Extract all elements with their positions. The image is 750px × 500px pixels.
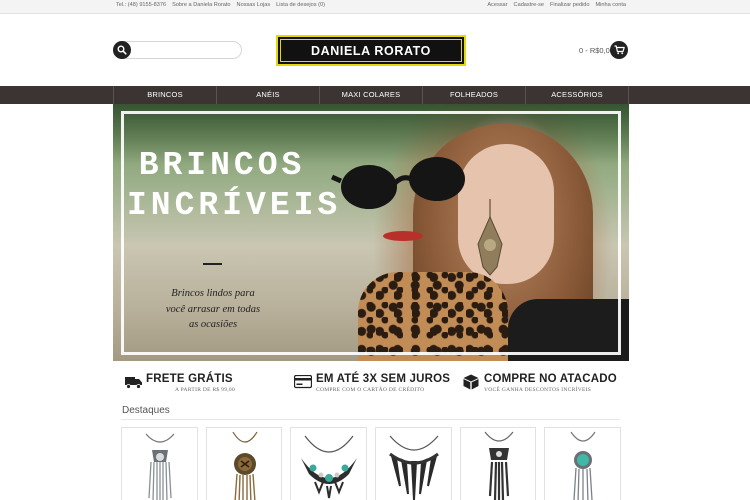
main-nav: BRINCOS ANÉIS MAXI COLARES FOLHEADOS ACE… xyxy=(0,86,750,104)
product-card[interactable] xyxy=(290,427,368,500)
banner-headline: BRINCOS INCRÍVEIS xyxy=(127,147,342,228)
feature-title: EM ATÉ 3X SEM JUROS xyxy=(316,373,451,385)
truck-icon xyxy=(125,377,142,389)
nav-item-maxi-colares[interactable]: MAXI COLARES xyxy=(320,86,423,104)
top-left-links: Tel.: (48) 9155-8376 Sobre a Daniela Ror… xyxy=(116,2,325,8)
turquoise-pendant-necklace-image xyxy=(570,431,596,500)
hero-banner[interactable]: BRINCOS INCRÍVEIS Brincos lindos para vo… xyxy=(113,104,629,361)
top-utility-bar: Tel.: (48) 9155-8376 Sobre a Daniela Ror… xyxy=(0,0,750,14)
bronze-medallion-necklace-image xyxy=(232,431,258,500)
phone-link[interactable]: Tel.: (48) 9155-8376 xyxy=(116,2,166,8)
product-card[interactable] xyxy=(205,427,283,500)
wishlist-link[interactable]: Lista de desejos (0) xyxy=(276,2,325,8)
product-card[interactable] xyxy=(544,427,622,500)
site-logo[interactable]: DANIELA RORATO xyxy=(276,35,466,66)
main-nav-list: BRINCOS ANÉIS MAXI COLARES FOLHEADOS ACE… xyxy=(113,86,629,104)
credit-card-icon xyxy=(294,375,312,389)
logo-inner-frame: DANIELA RORATO xyxy=(280,39,462,62)
my-account-link[interactable]: Minha conta xyxy=(596,2,626,8)
stores-link[interactable]: Nossas Lojas xyxy=(237,2,271,8)
shopping-cart-icon xyxy=(614,45,625,55)
product-card[interactable] xyxy=(375,427,452,500)
feature-installments: EM ATÉ 3X SEM JUROS COMPRE COM O CARTÃO … xyxy=(294,372,464,400)
feature-title: FRETE GRÁTIS xyxy=(146,373,233,385)
silver-fringe-necklace-image xyxy=(145,433,175,500)
search-button[interactable] xyxy=(113,41,131,59)
search-bar xyxy=(113,41,242,59)
feature-subtitle: VOCÊ GANHA DESCONTOS INCRÍVEIS xyxy=(484,387,592,393)
product-card[interactable] xyxy=(121,427,198,500)
cart-button[interactable] xyxy=(610,41,628,59)
feature-title: COMPRE NO ATACADO xyxy=(484,373,617,385)
nav-item-acessorios[interactable]: ACESSÓRIOS xyxy=(526,86,629,104)
nav-item-aneis[interactable]: ANÉIS xyxy=(217,86,320,104)
nav-item-folheados[interactable]: FOLHEADOS xyxy=(423,86,526,104)
product-card[interactable] xyxy=(459,427,537,500)
banner-headline-line2: INCRÍVEIS xyxy=(127,187,342,224)
register-link[interactable]: Cadastre-se xyxy=(514,2,544,8)
product-grid xyxy=(121,427,622,500)
feature-subtitle: COMPRE COM O CARTÃO DE CRÉDITO xyxy=(316,387,425,393)
box-icon xyxy=(463,374,479,390)
section-title: Destaques xyxy=(122,405,170,416)
about-link[interactable]: Sobre a Daniela Rorato xyxy=(172,2,230,8)
section-divider xyxy=(121,419,620,420)
banner-headline-line1: BRINCOS xyxy=(138,147,306,184)
feature-free-shipping: FRETE GRÁTIS A PARTIR DE R$ 99,00 xyxy=(125,372,285,400)
turquoise-bib-necklace-image xyxy=(301,435,358,499)
feature-wholesale: COMPRE NO ATACADO VOCÊ GANHA DESCONTOS I… xyxy=(463,372,623,400)
nav-item-brincos[interactable]: BRINCOS xyxy=(114,86,217,104)
feature-subtitle: A PARTIR DE R$ 99,00 xyxy=(175,387,236,393)
search-icon xyxy=(117,45,127,55)
logo-text: DANIELA RORATO xyxy=(311,43,431,58)
cart-total[interactable]: 0 - R$0,00 xyxy=(579,46,614,55)
black-tassel-necklace-image xyxy=(484,431,514,500)
banner-divider xyxy=(203,263,222,265)
checkout-link[interactable]: Finalizar pedido xyxy=(550,2,590,8)
banner-tagline: Brincos lindos para você arrasar em toda… xyxy=(165,288,261,330)
search-input[interactable] xyxy=(134,44,238,56)
black-feather-necklace-image xyxy=(389,435,439,500)
login-link[interactable]: Acessar xyxy=(487,2,507,8)
top-right-links: Acessar Cadastre-se Finalizar pedido Min… xyxy=(487,2,626,8)
